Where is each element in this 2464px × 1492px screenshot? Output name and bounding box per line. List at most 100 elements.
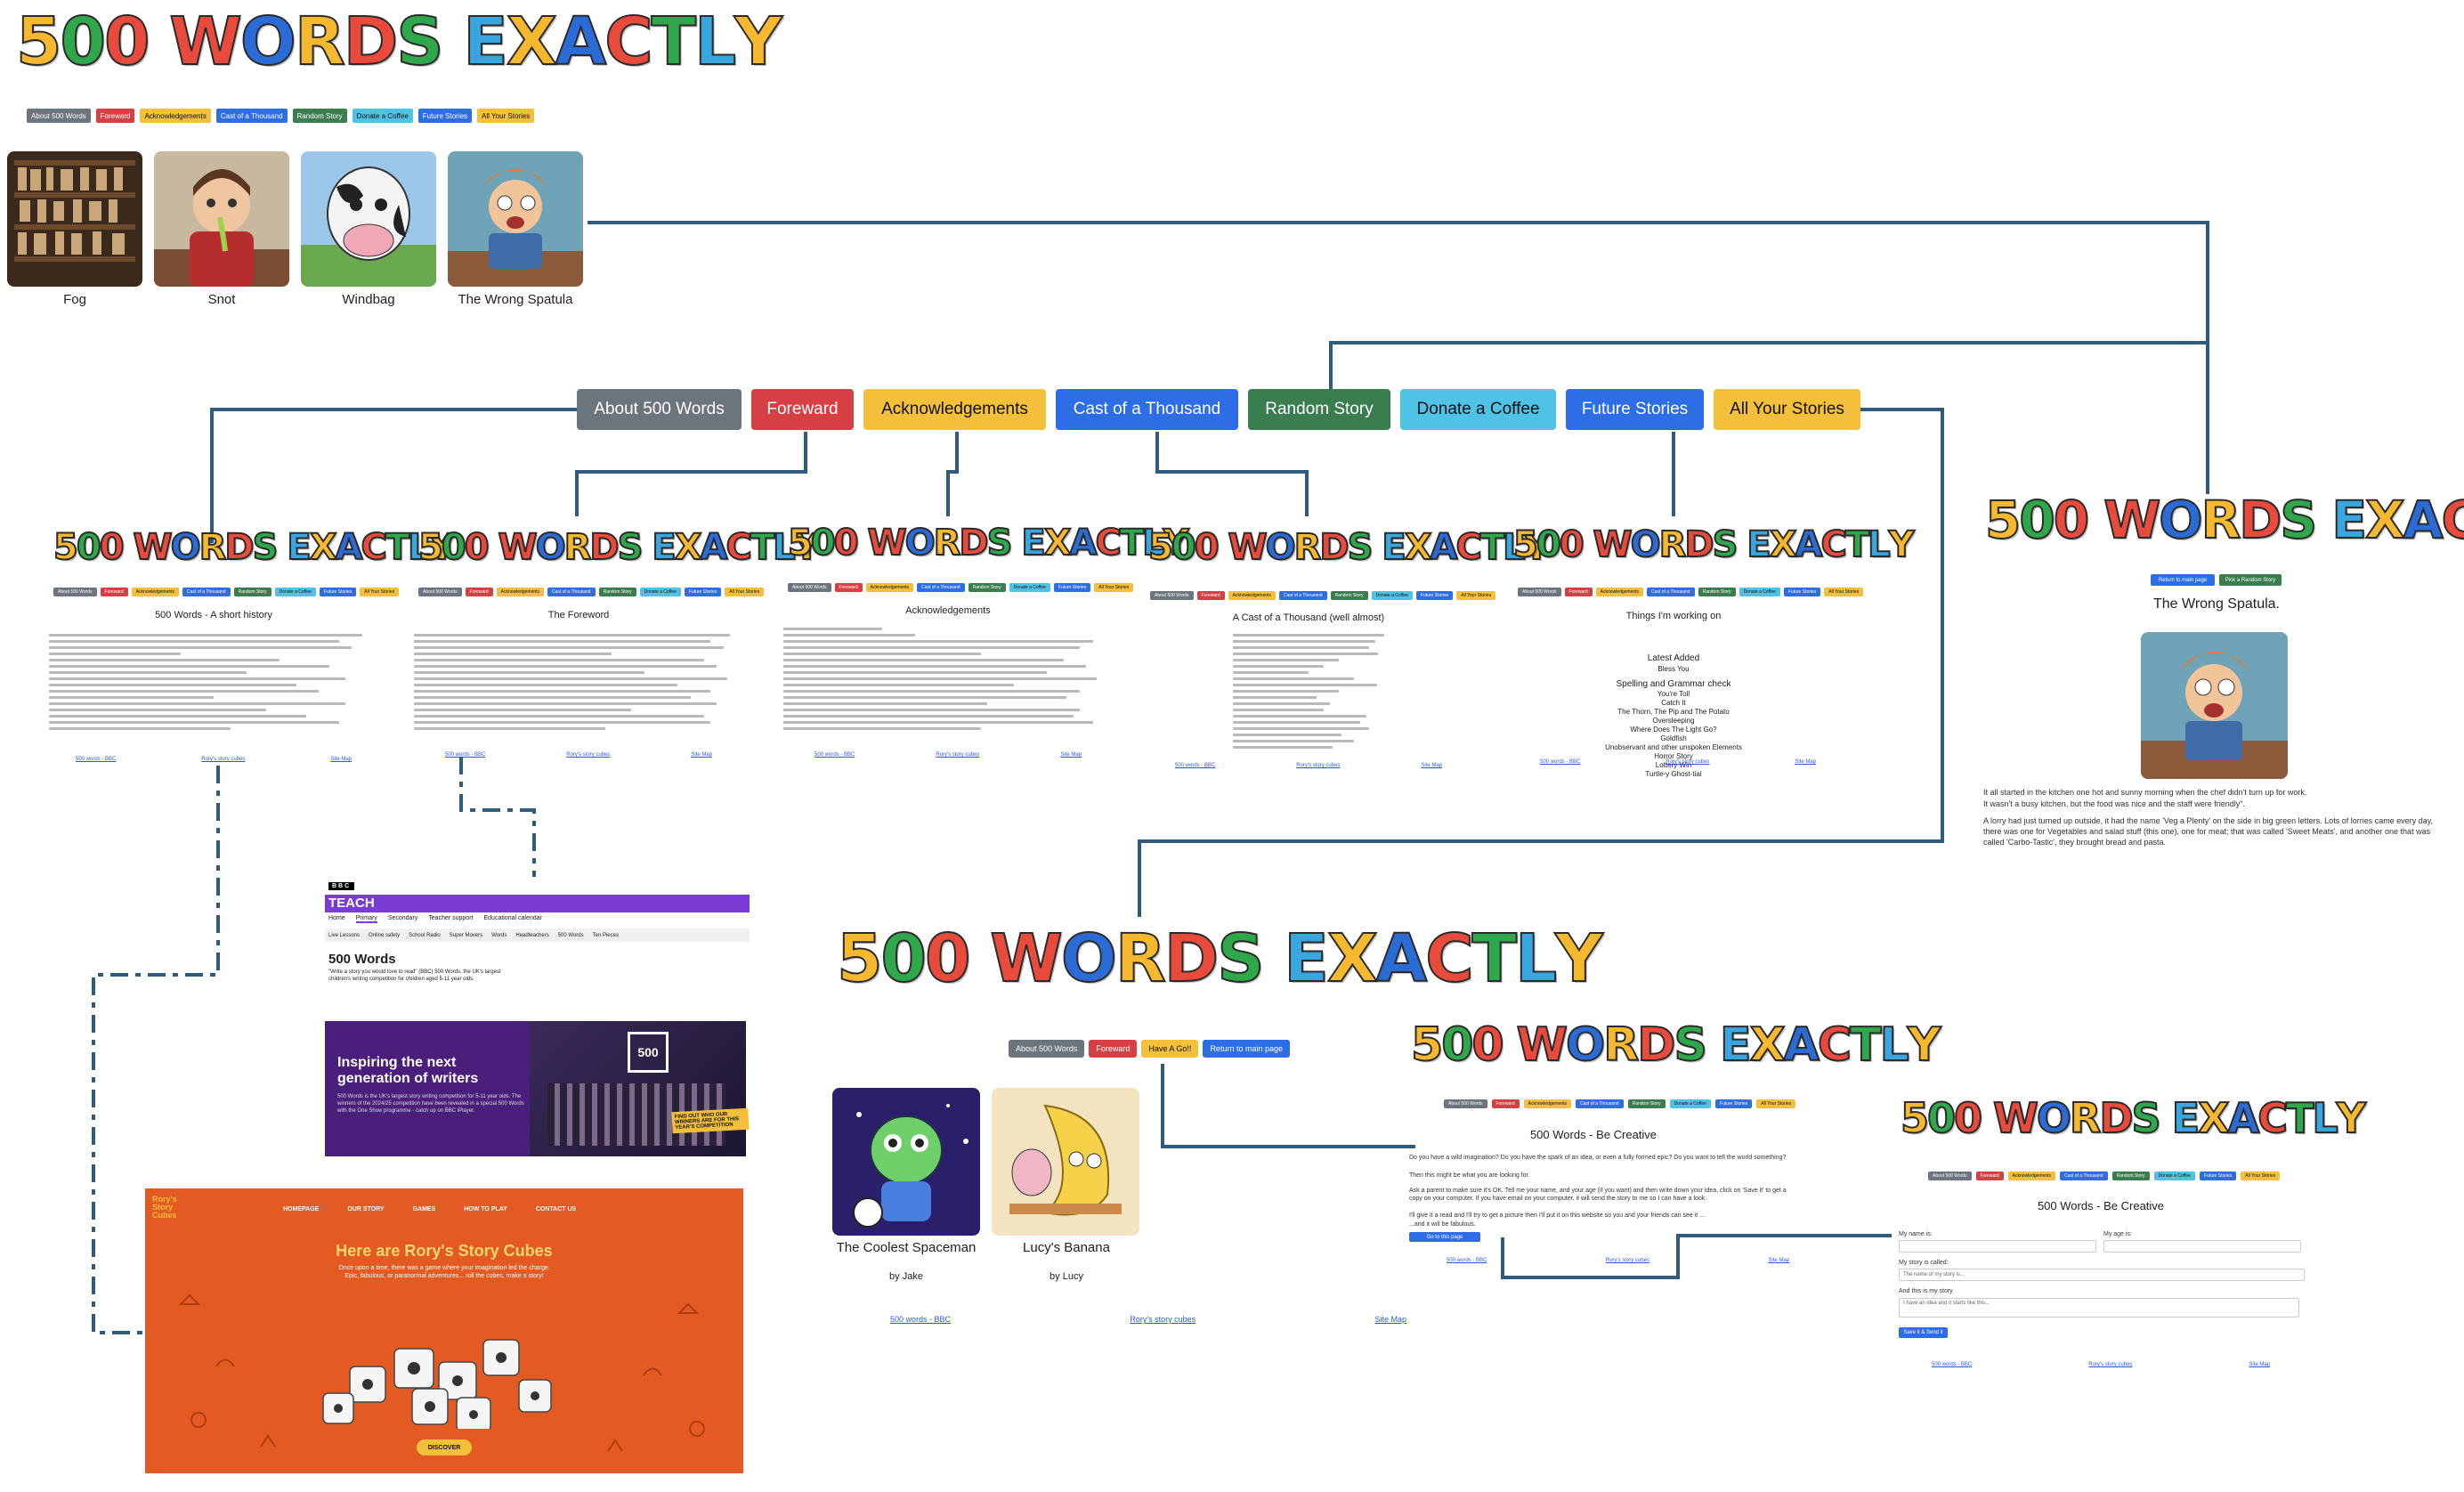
- nav-button[interactable]: About 500 Words: [27, 109, 91, 123]
- nav-button[interactable]: Acknowledgements: [1523, 1099, 1572, 1108]
- footer-link-rory[interactable]: Rory's story cubes: [566, 752, 610, 758]
- nav-button[interactable]: Future Stories: [1415, 591, 1454, 600]
- name-input[interactable]: [1899, 1240, 2096, 1253]
- banner-cta[interactable]: FIND OUT WHO OUR WINNERS ARE FOR THIS YE…: [671, 1107, 750, 1134]
- nav-button[interactable]: Donate a Coffee: [2153, 1172, 2195, 1180]
- footer-link-sitemap[interactable]: Site Map: [1795, 759, 1816, 765]
- nav-button[interactable]: Future Stories: [2199, 1172, 2237, 1180]
- nav-button[interactable]: Acknowledgements: [1228, 591, 1277, 600]
- nav-button[interactable]: Acknowledgements: [496, 588, 545, 596]
- nav-button[interactable]: Cast of a Thousand: [1647, 588, 1695, 596]
- nav-button[interactable]: Acknowledgements: [1595, 588, 1644, 596]
- nav-button[interactable]: All Your Stories: [477, 109, 535, 123]
- footer-link-rory[interactable]: Rory's story cubes: [201, 757, 245, 762]
- nav-button[interactable]: Acknowledgements: [2007, 1172, 2056, 1180]
- future-item[interactable]: Spelling and Grammar check: [1513, 679, 1834, 691]
- nav-button[interactable]: Future Stories: [1053, 583, 1091, 592]
- story-thumb-fog[interactable]: [7, 151, 142, 287]
- nav-button[interactable]: Donate a Coffee: [1669, 1099, 1711, 1108]
- bbc-subnav-item[interactable]: School Radio: [409, 933, 441, 938]
- nav-button[interactable]: About 500 Words: [418, 588, 462, 596]
- nav-button[interactable]: About 500 Words: [53, 588, 97, 596]
- future-item[interactable]: Where Does The Light Go?: [1513, 726, 1834, 734]
- age-input[interactable]: [2103, 1240, 2301, 1253]
- nav-button[interactable]: Foreward: [834, 583, 863, 592]
- nav-button[interactable]: All Your Stories: [360, 588, 400, 596]
- nav-button[interactable]: Future Stories: [319, 588, 357, 596]
- bbc-nav-item[interactable]: Teacher support: [428, 915, 473, 923]
- future-item[interactable]: You're Toll: [1513, 690, 1834, 699]
- nav-button[interactable]: About 500 Words: [1444, 1099, 1487, 1108]
- nav-button[interactable]: Random Story: [2111, 1172, 2150, 1180]
- footer-link-sitemap[interactable]: Site Map: [2249, 1362, 2270, 1367]
- nav-button[interactable]: Acknowledgements: [863, 389, 1046, 430]
- nav-button[interactable]: Foreward: [465, 588, 493, 596]
- nav-button[interactable]: All Your Stories: [1756, 1099, 1796, 1108]
- return-main-button[interactable]: Return to main page: [2151, 574, 2215, 586]
- nav-button[interactable]: Cast of a Thousand: [182, 588, 231, 596]
- send-story-button[interactable]: Save it & Send it: [1899, 1327, 1948, 1338]
- footer-link-sitemap[interactable]: Site Map: [330, 757, 352, 762]
- nav-button[interactable]: About 500 Words: [1150, 591, 1194, 600]
- future-item[interactable]: Oversleeping: [1513, 717, 1834, 726]
- story-title-input[interactable]: The name of my story is...: [1899, 1269, 2305, 1281]
- nav-button[interactable]: Donate a Coffee: [1009, 583, 1050, 592]
- nav-button[interactable]: About 500 Words: [1009, 1040, 1085, 1058]
- nav-button[interactable]: Random Story: [968, 583, 1006, 592]
- random-story-button[interactable]: Pick a Random Story: [2219, 574, 2282, 586]
- footer-link-rory[interactable]: Rory's story cubes: [1296, 763, 1340, 768]
- bbc-subnav-item[interactable]: Headteachers: [515, 933, 548, 938]
- footer-link-sitemap[interactable]: Site Map: [1060, 752, 1082, 758]
- nav-button[interactable]: Foreward: [1491, 1099, 1520, 1108]
- nav-button[interactable]: All Your Stories: [1824, 588, 1864, 596]
- nav-button[interactable]: Acknowledgements: [131, 588, 180, 596]
- footer-link-bbc[interactable]: 500 words - BBC: [1540, 759, 1580, 765]
- nav-button[interactable]: Donate a Coffee: [1739, 588, 1780, 596]
- nav-button[interactable]: Future Stories: [684, 588, 722, 596]
- nav-button[interactable]: Cast of a Thousand: [1279, 591, 1327, 600]
- nav-button[interactable]: About 500 Words: [788, 583, 831, 592]
- footer-link-rory[interactable]: Rory's story cubes: [936, 752, 979, 758]
- story-thumb-snot[interactable]: [154, 151, 289, 287]
- footer-link-sitemap[interactable]: Site Map: [1768, 1258, 1789, 1263]
- nav-button[interactable]: Random Story: [1627, 1099, 1666, 1108]
- footer-link-rory[interactable]: Rory's story cubes: [1130, 1315, 1196, 1324]
- nav-button[interactable]: Random Story: [1248, 389, 1390, 430]
- bbc-subnav-item[interactable]: Online safety: [369, 933, 400, 938]
- story-thumb-windbag[interactable]: [301, 151, 436, 287]
- footer-link-sitemap[interactable]: Site Map: [1421, 763, 1442, 768]
- nav-button[interactable]: Donate a Coffee: [1371, 591, 1413, 600]
- story-thumb-spatula[interactable]: [448, 151, 583, 287]
- bbc-subnav-item[interactable]: Super Movers: [450, 933, 482, 938]
- nav-button[interactable]: Foreward: [1089, 1040, 1138, 1058]
- footer-link-bbc[interactable]: 500 words - BBC: [1447, 1258, 1487, 1263]
- nav-button[interactable]: Random Story: [292, 109, 347, 123]
- bbc-subnav-item[interactable]: Ten Pieces: [593, 933, 619, 938]
- nav-button[interactable]: Foreward: [100, 588, 128, 596]
- nav-button[interactable]: Acknowledgements: [140, 109, 211, 123]
- nav-button[interactable]: Cast of a Thousand: [917, 583, 965, 592]
- bbc-nav-item[interactable]: Educational calendar: [483, 915, 541, 923]
- nav-button[interactable]: Return to main page: [1203, 1040, 1290, 1058]
- nav-button[interactable]: Foreward: [751, 389, 854, 430]
- nav-button[interactable]: Foreward: [1975, 1172, 2004, 1180]
- nav-button[interactable]: Cast of a Thousand: [547, 588, 596, 596]
- bbc-nav-item[interactable]: Home: [328, 915, 345, 923]
- future-item[interactable]: Goldfish: [1513, 734, 1834, 743]
- future-item[interactable]: Bless You: [1513, 665, 1834, 674]
- nav-button[interactable]: Future Stories: [1783, 588, 1821, 596]
- story-card-spaceman[interactable]: [832, 1088, 980, 1236]
- nav-button[interactable]: Future Stories: [1714, 1099, 1753, 1108]
- bbc-subnav-item[interactable]: 500 Words: [558, 933, 584, 938]
- nav-button[interactable]: Donate a Coffee: [352, 109, 413, 123]
- nav-button[interactable]: Acknowledgements: [865, 583, 914, 592]
- nav-button[interactable]: Random Story: [1330, 591, 1368, 600]
- nav-button[interactable]: Foreward: [95, 109, 135, 123]
- future-item[interactable]: Turtle-y Ghost-tial: [1513, 770, 1834, 779]
- bbc-subnav-item[interactable]: Words: [491, 933, 507, 938]
- future-item[interactable]: Catch It: [1513, 699, 1834, 708]
- nav-button[interactable]: Random Story: [233, 588, 272, 596]
- footer-link-bbc[interactable]: 500 words - BBC: [890, 1315, 951, 1324]
- footer-link-rory[interactable]: Rory's story cubes: [2088, 1362, 2132, 1367]
- footer-link-rory[interactable]: Rory's story cubes: [1666, 759, 1709, 765]
